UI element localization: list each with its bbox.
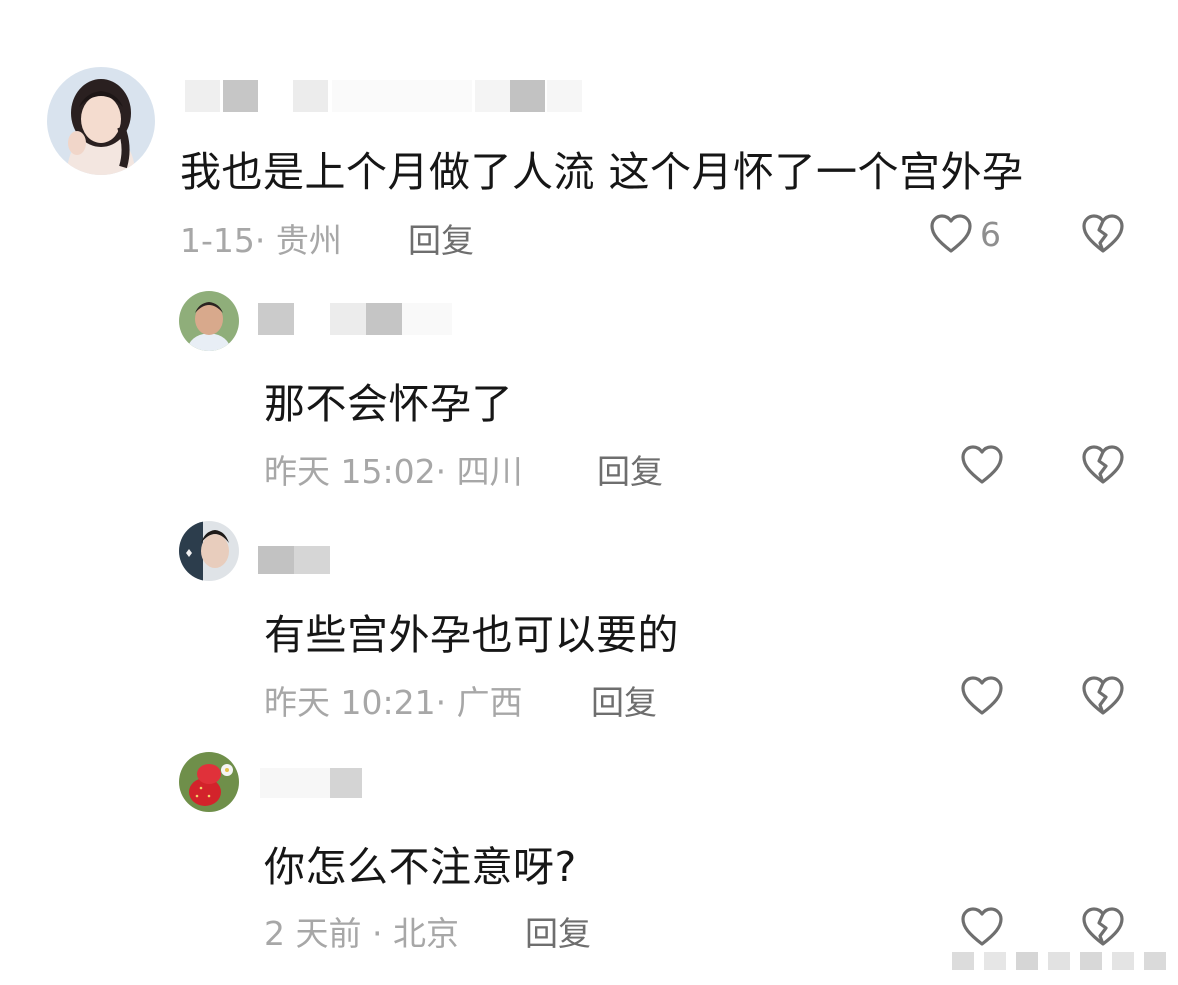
broken-heart-icon <box>1082 214 1124 253</box>
comment-text: 有些宫外孕也可以要的 <box>264 611 679 659</box>
comment-meta: 昨天 10:21· 广西 <box>264 683 523 722</box>
comment-meta: 1-15· 贵州 <box>180 221 342 260</box>
comment-text: 你怎么不注意呀? <box>264 843 577 891</box>
heart-outline-icon <box>961 676 1003 715</box>
dislike-button[interactable] <box>1080 213 1126 255</box>
comment-meta: 2 天前 · 北京 <box>264 914 459 953</box>
dislike-button[interactable] <box>1080 675 1126 717</box>
avatar[interactable] <box>179 521 239 581</box>
comment-text: 那不会怀孕了 <box>264 380 513 428</box>
like-button[interactable] <box>959 444 1005 486</box>
like-button[interactable] <box>959 675 1005 717</box>
avatar[interactable] <box>179 291 239 351</box>
avatar[interactable] <box>47 67 155 175</box>
watermark-overlay <box>940 942 1170 978</box>
like-count: 6 <box>980 214 1001 254</box>
broken-heart-icon <box>1082 676 1124 715</box>
reply-button[interactable]: 回复 <box>525 907 591 955</box>
username-redacted[interactable] <box>258 303 458 335</box>
avatar[interactable] <box>179 752 239 812</box>
heart-outline-icon <box>930 214 972 253</box>
heart-outline-icon <box>961 445 1003 484</box>
comment-text: 我也是上个月做了人流 这个月怀了一个宫外孕 <box>180 148 1024 196</box>
comment-meta: 昨天 15:02· 四川 <box>264 452 523 491</box>
reply-button[interactable]: 回复 <box>591 676 657 724</box>
username-redacted[interactable] <box>258 546 330 574</box>
username-redacted[interactable] <box>260 768 362 798</box>
reply-button[interactable]: 回复 <box>597 445 663 493</box>
reply-button[interactable]: 回复 <box>408 214 474 262</box>
dislike-button[interactable] <box>1080 444 1126 486</box>
username-redacted[interactable] <box>185 80 625 112</box>
like-button[interactable]: 6 <box>928 213 1001 255</box>
broken-heart-icon <box>1082 445 1124 484</box>
